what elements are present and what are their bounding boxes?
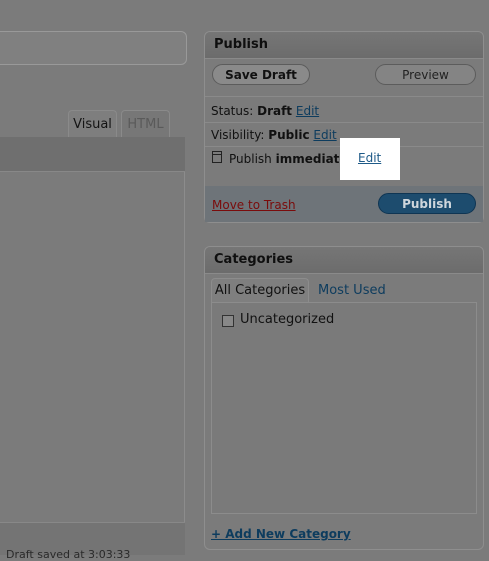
tab-visual[interactable]: Visual — [68, 110, 117, 137]
divider — [205, 96, 483, 97]
publish-panel-title: Publish — [205, 32, 483, 59]
divider — [205, 122, 483, 123]
visibility-value: Public — [268, 128, 310, 142]
tab-html[interactable]: HTML — [121, 110, 170, 137]
save-draft-button[interactable]: Save Draft — [212, 64, 310, 85]
visibility-row: Visibility: Public Edit — [211, 128, 337, 142]
status-edit-link[interactable]: Edit — [296, 104, 319, 118]
tab-most-used[interactable]: Most Used — [318, 283, 386, 298]
tab-all-categories[interactable]: All Categories — [211, 278, 309, 302]
publish-time-edit-link[interactable]: Edit — [358, 151, 381, 165]
publish-time-label: Publish — [229, 152, 272, 166]
move-to-trash-link[interactable]: Move to Trash — [212, 198, 296, 212]
calendar-icon — [212, 151, 222, 163]
preview-button[interactable]: Preview — [375, 64, 476, 85]
category-checkbox[interactable] — [222, 315, 234, 327]
add-new-category-link[interactable]: + Add New Category — [211, 527, 351, 541]
publish-button[interactable]: Publish — [378, 193, 476, 214]
editor-toolbar — [0, 137, 185, 172]
status-label: Status: — [211, 104, 254, 118]
publish-time-edit-highlight: Edit — [340, 138, 400, 180]
post-title-input[interactable] — [0, 31, 187, 65]
visibility-edit-link[interactable]: Edit — [313, 128, 336, 142]
categories-panel-title: Categories — [205, 247, 483, 274]
status-value: Draft — [257, 104, 293, 118]
categories-list — [211, 302, 477, 514]
status-row: Status: Draft Edit — [211, 104, 319, 118]
draft-saved-text: Draft saved at 3:03:33 — [6, 548, 131, 561]
editor-box[interactable] — [0, 137, 185, 547]
visibility-label: Visibility: — [211, 128, 265, 142]
category-label: Uncategorized — [240, 312, 335, 327]
